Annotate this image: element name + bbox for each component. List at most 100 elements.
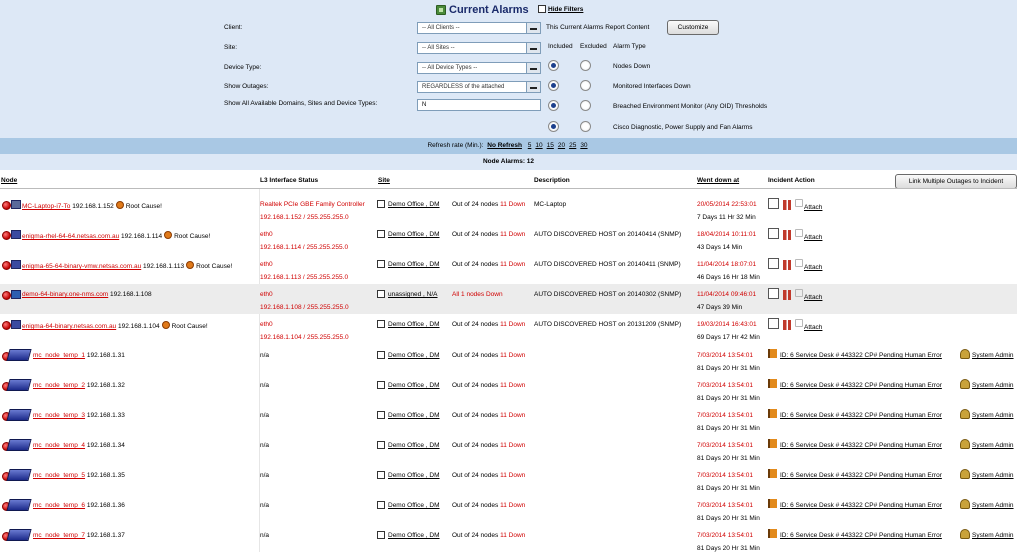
site-checkbox[interactable]: [377, 471, 385, 479]
node-name-link[interactable]: mc_node_temp_3: [33, 412, 85, 419]
site-checkbox[interactable]: [377, 501, 385, 509]
down-duration: 81 Days 20 Hr 31 Min: [697, 365, 760, 372]
refresh-option-30[interactable]: 30: [580, 142, 587, 149]
site-checkbox[interactable]: [377, 290, 385, 298]
site-link[interactable]: unassigned , N/A: [388, 291, 438, 298]
incident-checkbox[interactable]: [768, 228, 779, 239]
node-name-link[interactable]: mc_node_temp_4: [33, 442, 85, 449]
attach-link[interactable]: Attach: [804, 204, 822, 211]
refresh-option-20[interactable]: 20: [558, 142, 565, 149]
node-name-link[interactable]: mc_node_temp_7: [33, 532, 85, 539]
site-link[interactable]: Demo Office , DM: [388, 412, 440, 419]
incident-checkbox[interactable]: [768, 258, 779, 269]
node-name-link[interactable]: enigma-65-64-binary-vmw.netsas.com.au: [22, 263, 141, 270]
site-checkbox[interactable]: [377, 200, 385, 208]
refresh-option-none[interactable]: No Refresh: [487, 142, 522, 149]
hide-filters-link[interactable]: Hide Filters: [548, 6, 583, 13]
node-name-link[interactable]: mc_node_temp_5: [33, 472, 85, 479]
attach-link[interactable]: Attach: [804, 294, 822, 301]
chevron-down-icon[interactable]: [526, 43, 540, 53]
site-checkbox[interactable]: [377, 531, 385, 539]
column-header-site[interactable]: Site: [378, 177, 390, 184]
site-status: Out of 24 nodes 11 Down: [452, 412, 525, 419]
device-type-select[interactable]: -- All Device Types --: [417, 62, 541, 74]
node-ip: 192.168.1.33: [86, 412, 125, 419]
incident-link[interactable]: ID: 6 Service Desk # 443322 CP# Pending …: [780, 502, 942, 509]
client-select[interactable]: -- All Clients --: [417, 22, 541, 34]
site-link[interactable]: Demo Office , DM: [388, 201, 440, 208]
owner-link[interactable]: System Admin: [972, 412, 1014, 419]
site-link[interactable]: Demo Office , DM: [388, 472, 440, 479]
refresh-option-15[interactable]: 15: [547, 142, 554, 149]
owner-link[interactable]: System Admin: [972, 472, 1014, 479]
owner-link[interactable]: System Admin: [972, 532, 1014, 539]
owner-link[interactable]: System Admin: [972, 382, 1014, 389]
site-checkbox[interactable]: [377, 351, 385, 359]
site-link[interactable]: Demo Office , DM: [388, 231, 440, 238]
flag-icon: [768, 439, 777, 448]
alarm-type-excluded-radio[interactable]: [580, 100, 591, 111]
site-link[interactable]: Demo Office , DM: [388, 442, 440, 449]
site-checkbox[interactable]: [377, 230, 385, 238]
show-outages-select[interactable]: REGARDLESS of the attached: [417, 81, 541, 93]
attach-link[interactable]: Attach: [804, 324, 822, 331]
table-row: enigma-65-64-binary-vmw.netsas.com.au 19…: [0, 254, 1017, 284]
chevron-down-icon[interactable]: [526, 82, 540, 92]
chevron-down-icon[interactable]: [526, 23, 540, 33]
hide-filters-checkbox[interactable]: [538, 5, 546, 13]
site-select[interactable]: -- All Sites --: [417, 42, 541, 54]
site-link[interactable]: Demo Office , DM: [388, 382, 440, 389]
site-checkbox[interactable]: [377, 320, 385, 328]
incident-link[interactable]: ID: 6 Service Desk # 443322 CP# Pending …: [780, 442, 942, 449]
site-link[interactable]: Demo Office , DM: [388, 261, 440, 268]
node-name-link[interactable]: enigma-rhel-64-64.netsas.com.au: [22, 233, 119, 240]
incident-link[interactable]: ID: 6 Service Desk # 443322 CP# Pending …: [780, 352, 942, 359]
node-name-link[interactable]: demo-64-binary.one-nms.com: [22, 291, 108, 298]
server-icon: [11, 320, 21, 329]
node-name-link[interactable]: enigma-64-binary.netsas.com.au: [22, 323, 116, 330]
site-link[interactable]: Demo Office , DM: [388, 352, 440, 359]
alarm-type-excluded-radio[interactable]: [580, 80, 591, 91]
incident-link[interactable]: ID: 6 Service Desk # 443322 CP# Pending …: [780, 472, 942, 479]
refresh-option-10[interactable]: 10: [535, 142, 542, 149]
site-link[interactable]: Demo Office , DM: [388, 532, 440, 539]
incident-checkbox[interactable]: [768, 198, 779, 209]
node-name-link[interactable]: MC-Laptop-i7-To: [22, 203, 70, 210]
link-multiple-outages-button[interactable]: Link Multiple Outages to Incident: [895, 174, 1017, 189]
node-name-link[interactable]: mc_node_temp_6: [33, 502, 85, 509]
show-all-input[interactable]: N: [417, 99, 541, 111]
site-node-total: Out of 24 nodes: [452, 442, 499, 449]
refresh-option-5[interactable]: 5: [528, 142, 532, 149]
site-link[interactable]: Demo Office , DM: [388, 321, 440, 328]
owner-link[interactable]: System Admin: [972, 352, 1014, 359]
chevron-down-icon[interactable]: [526, 63, 540, 73]
site-checkbox[interactable]: [377, 411, 385, 419]
column-header-node[interactable]: Node: [1, 177, 17, 184]
site-checkbox[interactable]: [377, 441, 385, 449]
refresh-option-25[interactable]: 25: [569, 142, 576, 149]
alarm-type-included-radio[interactable]: [548, 60, 559, 71]
attach-link[interactable]: Attach: [804, 234, 822, 241]
alarm-type-excluded-radio[interactable]: [580, 121, 591, 132]
alarm-type-included-radio[interactable]: [548, 100, 559, 111]
alarm-type-excluded-radio[interactable]: [580, 60, 591, 71]
incident-checkbox[interactable]: [768, 288, 779, 299]
customize-button[interactable]: Customize: [667, 20, 719, 35]
incident-checkbox[interactable]: [768, 318, 779, 329]
hide-filters-toggle[interactable]: Hide Filters: [538, 5, 583, 13]
node-name-link[interactable]: mc_node_temp_1: [33, 352, 85, 359]
site-link[interactable]: Demo Office , DM: [388, 502, 440, 509]
column-header-went-down[interactable]: Went down at: [697, 177, 739, 184]
alarm-type-included-radio[interactable]: [548, 80, 559, 91]
incident-link[interactable]: ID: 6 Service Desk # 443322 CP# Pending …: [780, 412, 942, 419]
site-checkbox[interactable]: [377, 260, 385, 268]
attach-link[interactable]: Attach: [804, 264, 822, 271]
incident-link[interactable]: ID: 6 Service Desk # 443322 CP# Pending …: [780, 532, 942, 539]
alarm-type-included-radio[interactable]: [548, 121, 559, 132]
owner-link[interactable]: System Admin: [972, 502, 1014, 509]
incident-link[interactable]: ID: 6 Service Desk # 443322 CP# Pending …: [780, 382, 942, 389]
node-name-link[interactable]: mc_node_temp_2: [33, 382, 85, 389]
owner-link[interactable]: System Admin: [972, 442, 1014, 449]
site-checkbox[interactable]: [377, 381, 385, 389]
site-node-total: Out of 24 nodes: [452, 321, 499, 328]
